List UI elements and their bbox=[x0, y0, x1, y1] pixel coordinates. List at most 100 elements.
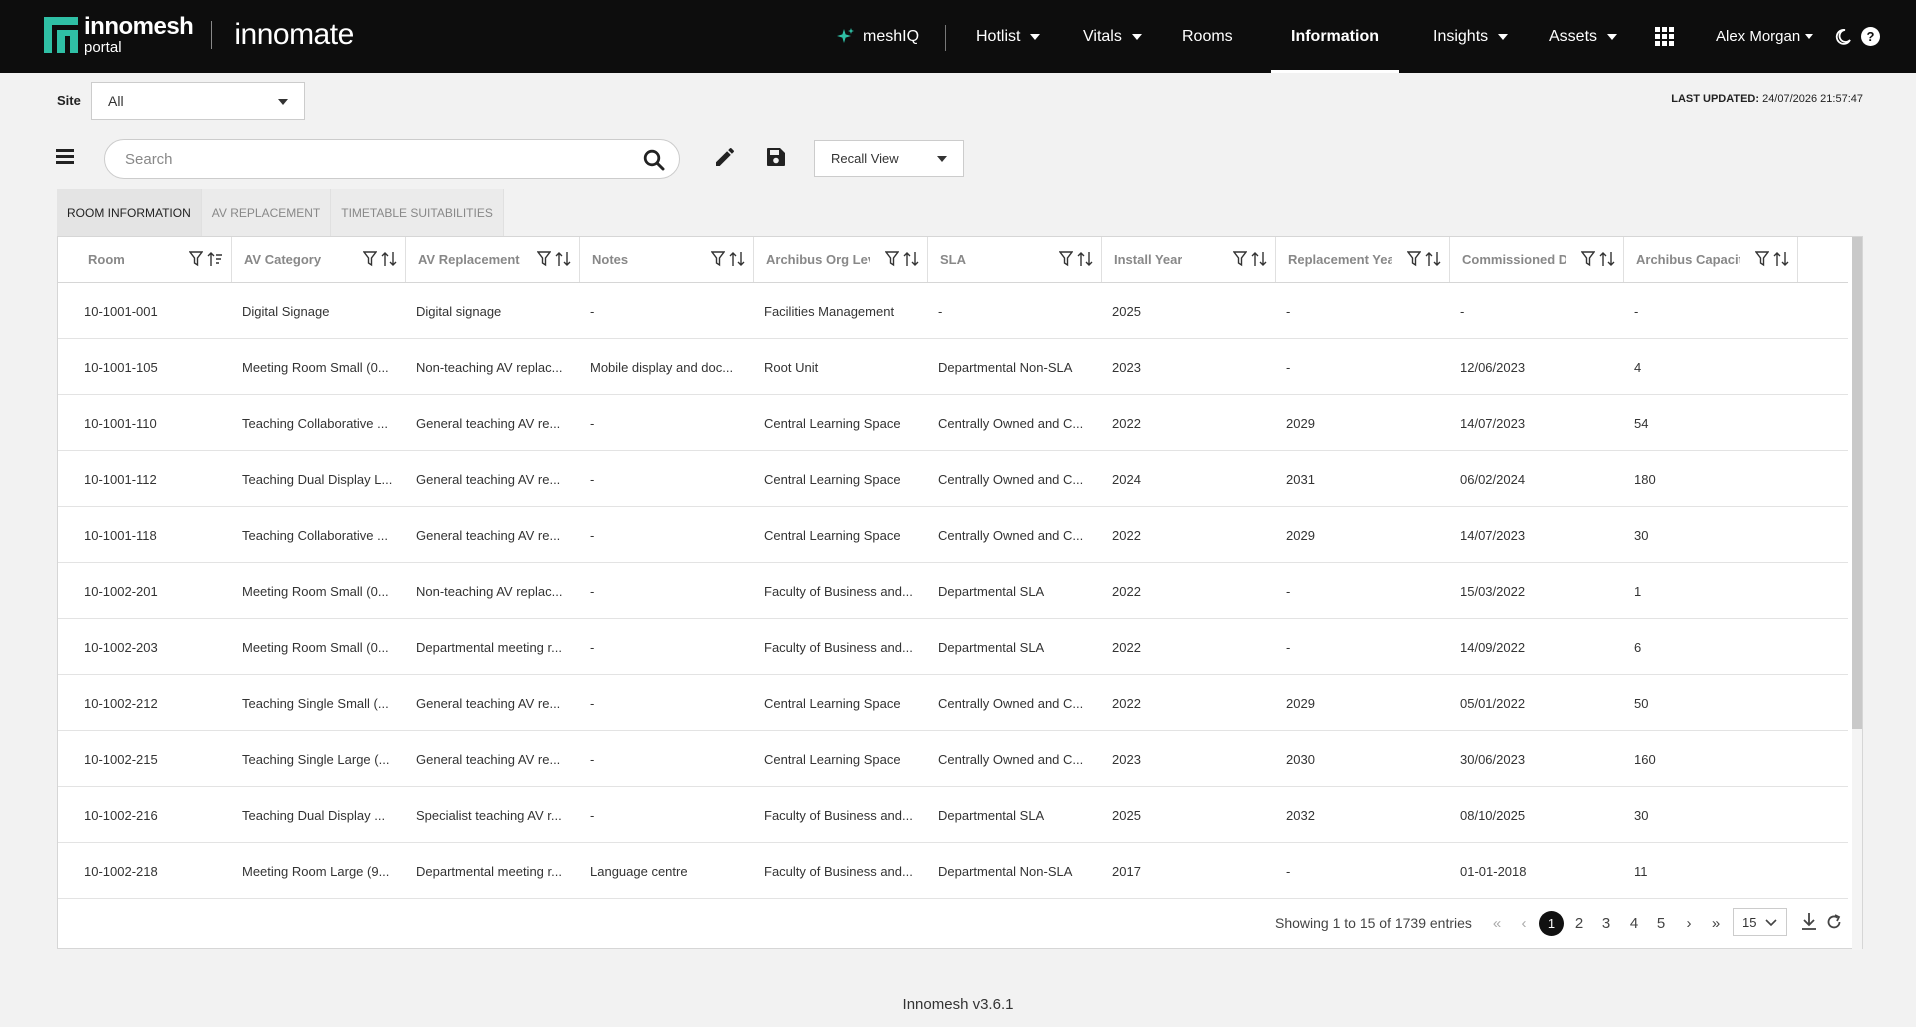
filter-icon[interactable] bbox=[189, 251, 203, 267]
sort-icon[interactable] bbox=[729, 251, 745, 267]
recall-view-select[interactable]: Recall View bbox=[814, 140, 964, 177]
tab-timetable-suitabilities[interactable]: TIMETABLE SUITABILITIES bbox=[331, 189, 504, 237]
column-header[interactable]: Archibus Org Level bbox=[754, 237, 928, 282]
filter-icon[interactable] bbox=[1581, 251, 1595, 267]
table-cell: Meeting Room Small (0... bbox=[242, 583, 389, 599]
table-cell: Specialist teaching AV r... bbox=[416, 807, 562, 823]
search-placeholder: Search bbox=[125, 150, 173, 168]
nav-meshiq-label: meshIQ bbox=[863, 27, 920, 45]
column-header[interactable]: Notes bbox=[580, 237, 754, 282]
page-5-button[interactable]: 5 bbox=[1648, 910, 1674, 936]
page-2-button[interactable]: 2 bbox=[1566, 910, 1592, 936]
filter-icon[interactable] bbox=[1755, 251, 1769, 267]
table-cell: - bbox=[590, 527, 595, 543]
last-updated-value: 24/07/2026 21:57:47 bbox=[1759, 93, 1863, 105]
sort-icon[interactable] bbox=[1425, 251, 1441, 267]
search-icon[interactable] bbox=[643, 149, 665, 171]
prev-page-icon[interactable]: ‹ bbox=[1511, 910, 1537, 936]
table-row[interactable]: 10-1001-112 Teaching Dual Display L... Gen… bbox=[58, 451, 1848, 507]
table-row[interactable]: 10-1002-218 Meeting Room Large (9... Depar… bbox=[58, 843, 1848, 899]
table-cell: Departmental SLA bbox=[938, 807, 1045, 823]
product-name: innomate bbox=[234, 18, 354, 51]
edit-pencil-icon[interactable] bbox=[713, 145, 737, 169]
table-row[interactable]: 10-1001-118 Teaching Collaborative ... Gen… bbox=[58, 507, 1848, 563]
sort-icon[interactable] bbox=[1599, 251, 1615, 267]
download-icon[interactable] bbox=[1800, 912, 1818, 932]
table-cell: Departmental SLA bbox=[938, 583, 1045, 599]
column-header[interactable]: Install Year bbox=[1102, 237, 1276, 282]
column-header[interactable]: AV Replacement Cl bbox=[406, 237, 580, 282]
table-row[interactable]: 10-1001-001 Digital Signage Digital signag… bbox=[58, 283, 1848, 339]
save-icon[interactable] bbox=[764, 145, 788, 169]
page-1-button[interactable]: 1 bbox=[1539, 911, 1564, 936]
tab-bar: ROOM INFORMATION AV REPLACEMENT TIMETABL… bbox=[57, 189, 504, 237]
page-3-button[interactable]: 3 bbox=[1593, 910, 1619, 936]
filter-icon[interactable] bbox=[363, 251, 377, 267]
table-row[interactable]: 10-1001-105 Meeting Room Small (0... Non-t… bbox=[58, 339, 1848, 395]
nav-rooms[interactable]: Rooms bbox=[1182, 0, 1233, 73]
column-header-label: Install Year bbox=[1114, 252, 1183, 267]
sort-ascending-icon[interactable] bbox=[207, 251, 223, 267]
table-row[interactable]: 10-1002-201 Meeting Room Small (0... Non-t… bbox=[58, 563, 1848, 619]
table-row[interactable]: 10-1002-216 Teaching Dual Display ... Spec… bbox=[58, 787, 1848, 843]
column-header-label: AV Category bbox=[244, 252, 322, 267]
help-button[interactable]: ? bbox=[1861, 0, 1880, 73]
table-cell: 05/01/2022 bbox=[1460, 695, 1526, 711]
nav-vitals[interactable]: Vitals bbox=[1083, 0, 1142, 73]
filter-icon[interactable] bbox=[711, 251, 725, 267]
scrollbar-thumb[interactable] bbox=[1852, 237, 1862, 729]
dark-mode-toggle[interactable] bbox=[1835, 0, 1851, 73]
search-input[interactable]: Search bbox=[104, 139, 680, 179]
tab-room-information[interactable]: ROOM INFORMATION bbox=[57, 189, 202, 237]
nav-rooms-label: Rooms bbox=[1182, 27, 1233, 45]
last-page-icon[interactable]: » bbox=[1703, 910, 1729, 936]
column-header[interactable]: AV Category bbox=[232, 237, 406, 282]
table-row[interactable]: 10-1002-212 Teaching Single Small (... Gen… bbox=[58, 675, 1848, 731]
sort-icon[interactable] bbox=[1773, 251, 1789, 267]
sort-icon[interactable] bbox=[1251, 251, 1267, 267]
user-menu[interactable]: Alex Morgan bbox=[1716, 0, 1814, 73]
table-cell: - bbox=[1286, 359, 1291, 375]
page-4-button[interactable]: 4 bbox=[1621, 910, 1647, 936]
tab-av-replacement[interactable]: AV REPLACEMENT bbox=[201, 189, 332, 237]
brand-logo[interactable]: innomesh portal innomate bbox=[44, 15, 354, 55]
next-page-icon[interactable]: › bbox=[1676, 910, 1702, 936]
menu-toggle-button[interactable] bbox=[56, 149, 74, 165]
table-cell: Teaching Dual Display ... bbox=[242, 807, 386, 823]
column-header[interactable]: Commissioned Date bbox=[1450, 237, 1624, 282]
sort-icon[interactable] bbox=[903, 251, 919, 267]
nav-information[interactable]: Information bbox=[1271, 0, 1399, 73]
refresh-icon[interactable] bbox=[1826, 914, 1842, 930]
filter-icon[interactable] bbox=[1407, 251, 1421, 267]
filter-icon[interactable] bbox=[1059, 251, 1073, 267]
column-header-label: AV Replacement Cl bbox=[418, 252, 522, 267]
filter-icon[interactable] bbox=[537, 251, 551, 267]
column-header[interactable]: Room bbox=[58, 237, 232, 282]
sort-icon[interactable] bbox=[1077, 251, 1093, 267]
nav-hotlist[interactable]: Hotlist bbox=[976, 0, 1041, 73]
table-cell: 54 bbox=[1634, 415, 1649, 431]
help-icon: ? bbox=[1861, 27, 1880, 46]
nav-information-label: Information bbox=[1291, 27, 1379, 45]
table-row[interactable]: 10-1002-215 Teaching Single Large (... Gen… bbox=[58, 731, 1848, 787]
filter-icon[interactable] bbox=[885, 251, 899, 267]
table-cell: 2031 bbox=[1286, 471, 1315, 487]
column-header[interactable]: Archibus Capacity c bbox=[1624, 237, 1798, 282]
first-page-icon[interactable]: « bbox=[1484, 910, 1510, 936]
nav-insights[interactable]: Insights bbox=[1433, 0, 1509, 73]
table-row[interactable]: 10-1001-110 Teaching Collaborative ... Gen… bbox=[58, 395, 1848, 451]
column-header[interactable]: Replacement Year bbox=[1276, 237, 1450, 282]
table-cell: Central Learning Space bbox=[764, 751, 901, 767]
table-row[interactable]: 10-1002-203 Meeting Room Small (0... Depar… bbox=[58, 619, 1848, 675]
column-header[interactable]: SLA bbox=[928, 237, 1102, 282]
nav-meshiq[interactable]: meshIQ bbox=[835, 0, 919, 73]
site-select[interactable]: All bbox=[91, 82, 305, 120]
table-cell: Central Learning Space bbox=[764, 527, 901, 543]
nav-assets[interactable]: Assets bbox=[1549, 0, 1618, 73]
sort-icon[interactable] bbox=[555, 251, 571, 267]
filter-icon[interactable] bbox=[1233, 251, 1247, 267]
table-cell: 2022 bbox=[1112, 583, 1141, 599]
apps-grid-button[interactable] bbox=[1655, 0, 1674, 73]
sort-icon[interactable] bbox=[381, 251, 397, 267]
page-size-select[interactable]: 15 bbox=[1733, 908, 1787, 936]
